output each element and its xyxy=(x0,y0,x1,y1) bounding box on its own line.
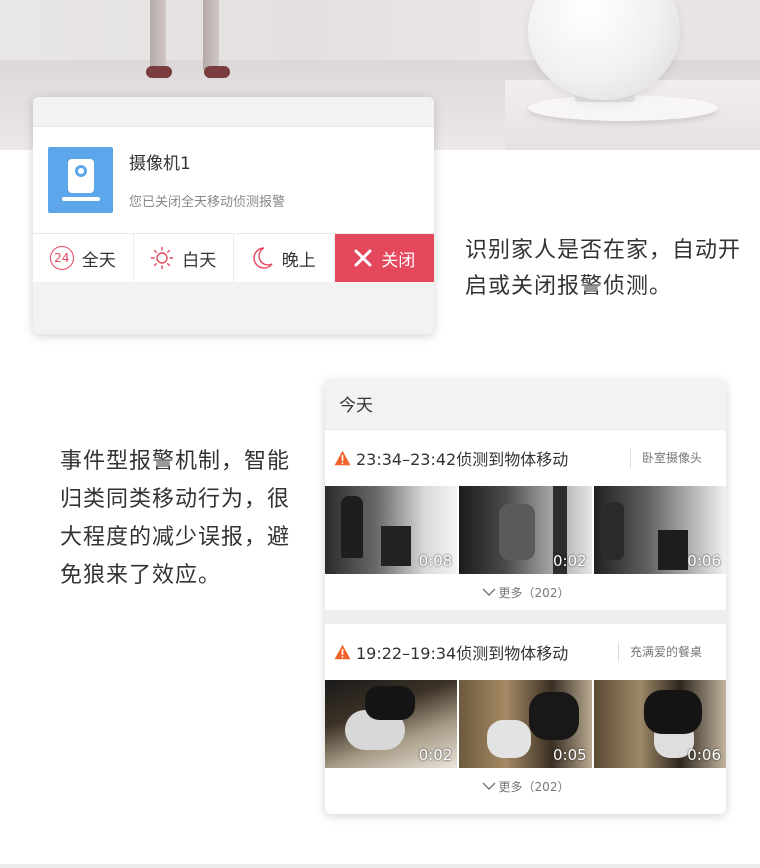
more-label: 更多（202） xyxy=(498,779,570,794)
chevron-down-icon xyxy=(482,588,496,596)
mode-night[interactable]: 晚上 xyxy=(234,234,335,282)
alarm-mode-tabs: 24 全天 白天 晚上 关闭 xyxy=(33,233,434,282)
video-clip[interactable]: 0:06 xyxy=(593,486,726,574)
mode-label: 全天 xyxy=(81,250,116,271)
close-icon xyxy=(353,248,373,268)
person-shoe xyxy=(204,66,230,78)
clip-duration: 0:02 xyxy=(418,746,453,764)
more-events-link[interactable]: 更多（202） xyxy=(325,768,726,804)
video-clip[interactable]: 0:05 xyxy=(459,680,592,768)
smart-alarm-caption: 事件型报警机制，智能归类同类移动行为，很大程度的减少误报，避免狼来了效应。 xyxy=(60,449,291,588)
event-item: 23:34–23:42侦测到物体移动 卧室摄像头 0:08 0:02 0:06 xyxy=(325,430,726,610)
clip-duration: 0:02 xyxy=(552,552,587,570)
event-title: 19:22–19:34侦测到物体移动 xyxy=(356,644,569,663)
clip-duration: 0:08 xyxy=(418,552,453,570)
video-clip[interactable]: 0:02 xyxy=(459,486,592,574)
event-item: 19:22–19:34侦测到物体移动 充满爱的餐桌 0:02 0:05 0:06 xyxy=(325,624,726,804)
event-location: 卧室摄像头 xyxy=(629,448,702,468)
mode-daytime[interactable]: 白天 xyxy=(134,234,234,282)
family-detection-caption: 识别家人是否在家，自动开启或关闭报警侦测。 xyxy=(465,238,742,299)
camera-row[interactable]: 摄像机1 您已关闭全天移动侦测报警 xyxy=(33,127,434,233)
sun-icon xyxy=(150,246,174,270)
clip-duration: 0:06 xyxy=(687,746,721,764)
card-top-strip xyxy=(33,97,434,127)
more-events-link[interactable]: 更多（202） xyxy=(325,574,726,610)
bottom-divider xyxy=(0,864,760,868)
chevron-down-icon xyxy=(482,782,496,790)
alarm-status-text: 您已关闭全天移动侦测报警 xyxy=(129,195,286,210)
event-title: 23:34–23:42侦测到物体移动 xyxy=(356,450,569,469)
clip-duration: 0:06 xyxy=(687,552,721,570)
event-divider xyxy=(325,610,726,624)
person-shoe xyxy=(146,66,172,78)
24h-icon: 24 xyxy=(49,246,74,270)
video-clip[interactable]: 0:06 xyxy=(593,680,726,768)
person-leg xyxy=(203,0,219,70)
video-clip[interactable]: 0:08 xyxy=(325,486,458,574)
moon-icon xyxy=(252,246,274,270)
mode-label: 白天 xyxy=(182,250,217,271)
alarm-mode-card: 摄像机1 您已关闭全天移动侦测报警 24 全天 白天 晚上 关闭 xyxy=(33,97,434,334)
warning-icon xyxy=(334,450,351,466)
mode-label: 关闭 xyxy=(381,250,416,271)
video-clip[interactable]: 0:02 xyxy=(325,680,458,768)
person-leg xyxy=(150,0,166,70)
clip-thumbnails: 0:08 0:02 0:06 xyxy=(325,486,726,574)
mode-off[interactable]: 关闭 xyxy=(334,234,434,282)
mode-label: 晚上 xyxy=(281,250,316,271)
mode-all-day[interactable]: 24 全天 xyxy=(33,234,134,282)
camera-icon xyxy=(48,147,113,213)
events-date-header: 今天 xyxy=(325,380,726,430)
more-label: 更多（202） xyxy=(498,585,570,600)
clip-duration: 0:05 xyxy=(552,746,587,764)
warning-icon xyxy=(334,644,351,660)
camera-name: 摄像机1 xyxy=(129,154,191,174)
events-card: 今天 23:34–23:42侦测到物体移动 卧室摄像头 0:08 0:02 0:… xyxy=(325,380,726,814)
event-location: 充满爱的餐桌 xyxy=(617,642,702,662)
clip-thumbnails: 0:02 0:05 0:06 xyxy=(325,680,726,768)
